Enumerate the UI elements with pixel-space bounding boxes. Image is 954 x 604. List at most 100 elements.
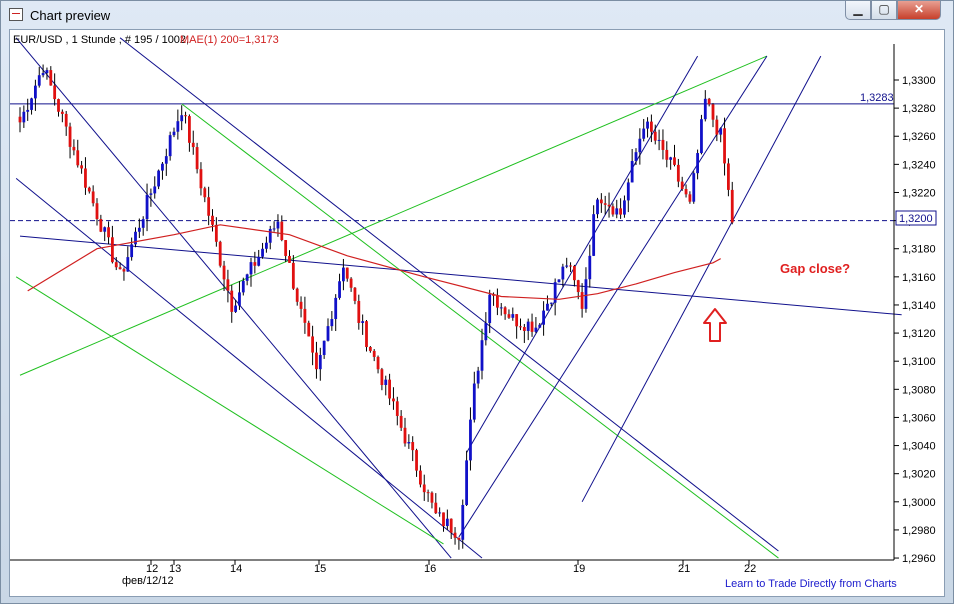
candle-body (576, 280, 580, 293)
candle-body (461, 504, 465, 540)
minimize-button[interactable]: ▁ (845, 1, 871, 20)
candlestick-chart[interactable]: 1,2960 1,2980 1,3000 1,3020 1,3040 1,3060 1,30… (10, 30, 944, 596)
candle-body (703, 98, 707, 120)
candle-body (376, 356, 380, 370)
candle-body (130, 244, 134, 258)
candle-body (676, 164, 680, 182)
candle-body (415, 450, 418, 471)
candle-body (30, 98, 33, 110)
candle-body (507, 314, 511, 318)
x-tick-label: 14 (230, 563, 242, 575)
candle-body (365, 321, 368, 348)
x-tick-label: 22 (744, 563, 756, 575)
maximize-button[interactable]: ▢ (871, 1, 897, 20)
candle-body (184, 115, 187, 117)
candle-body (191, 142, 195, 148)
candle-body (503, 307, 507, 315)
candle-body (72, 146, 76, 151)
candle-body (499, 307, 503, 309)
x-tick-label: 16 (424, 563, 436, 575)
candle-body (727, 163, 730, 190)
chart-area[interactable]: 1,2960 1,2980 1,3000 1,3020 1,3040 1,3060 1,30… (9, 29, 945, 597)
candle-body (253, 262, 257, 266)
candle-body (434, 502, 438, 514)
gap-close-note: Gap close? (780, 261, 850, 276)
candle-body (80, 165, 83, 169)
candle-body (315, 352, 318, 370)
candle-body (207, 197, 211, 216)
candle-body (249, 262, 253, 275)
candle-body (546, 303, 549, 311)
candle-body (357, 300, 361, 323)
candle-body (330, 319, 334, 327)
candle-body (603, 203, 607, 205)
candle-body (684, 189, 688, 195)
candle-body (230, 290, 234, 312)
candle-body (57, 99, 60, 112)
candle-body (476, 370, 480, 384)
candle-body (272, 228, 276, 230)
candle-body (76, 150, 80, 166)
candle-body (619, 208, 622, 215)
candle-body (195, 147, 199, 170)
indicator-info: MAE(1) 200=1,3173 (180, 34, 279, 46)
candle-body (226, 279, 230, 291)
candle-body (361, 321, 365, 323)
learn-to-trade-link[interactable]: Learn to Trade Directly from Charts (725, 578, 897, 590)
window-title: Chart preview (30, 8, 111, 23)
candle-body (692, 173, 696, 202)
x-tick-label: 21 (678, 563, 690, 575)
candle-body (465, 460, 468, 505)
candle-body (469, 419, 472, 461)
y-tick-label: 1,2960 (902, 553, 936, 565)
candle-body (141, 219, 145, 228)
candle-body (530, 321, 534, 332)
window-controls: ▁ ▢ ✕ (845, 1, 941, 20)
candle-body (642, 128, 646, 139)
candle-body (680, 181, 684, 190)
candle-body (168, 135, 172, 157)
candle-body (538, 324, 542, 328)
candle-body (419, 470, 422, 485)
candle-body (111, 237, 114, 263)
candle-body (372, 350, 376, 357)
candle-body (623, 200, 626, 215)
candle-body (542, 310, 545, 325)
candle-body (268, 228, 272, 243)
candle-body (34, 85, 37, 99)
candle-body (118, 267, 122, 270)
candle-body (596, 199, 599, 215)
candle-body (218, 241, 222, 266)
candle-body (326, 326, 330, 341)
candle-body (588, 255, 592, 280)
candle-body (37, 75, 41, 86)
candle-body (84, 168, 87, 188)
candle-body (453, 532, 457, 538)
candle-body (399, 415, 403, 428)
candle-body (295, 288, 299, 302)
candle-body (172, 131, 176, 136)
candle-body (653, 131, 657, 141)
title-bar[interactable]: Chart preview ▁ ▢ ✕ (1, 1, 953, 29)
candle-body (484, 323, 488, 341)
x-tick-label: 19 (573, 563, 585, 575)
candle-body (442, 512, 445, 527)
candle-body (457, 537, 461, 540)
close-button[interactable]: ✕ (897, 1, 941, 20)
candle-body (549, 302, 553, 304)
candle-body (611, 206, 615, 215)
candle-body (49, 70, 53, 86)
candle-body (700, 119, 703, 154)
candle-body (299, 301, 303, 309)
candle-body (607, 204, 611, 207)
candle-body (45, 70, 49, 74)
candle-body (288, 255, 291, 263)
candle-body (496, 295, 499, 308)
y-tick-label: 1,3060 (902, 412, 936, 424)
candle-body (64, 113, 68, 127)
candle-body (265, 242, 268, 249)
y-tick-label: 1,2980 (902, 525, 936, 537)
candle-body (322, 340, 326, 356)
candle-body (665, 149, 669, 160)
candle-body (303, 308, 307, 323)
